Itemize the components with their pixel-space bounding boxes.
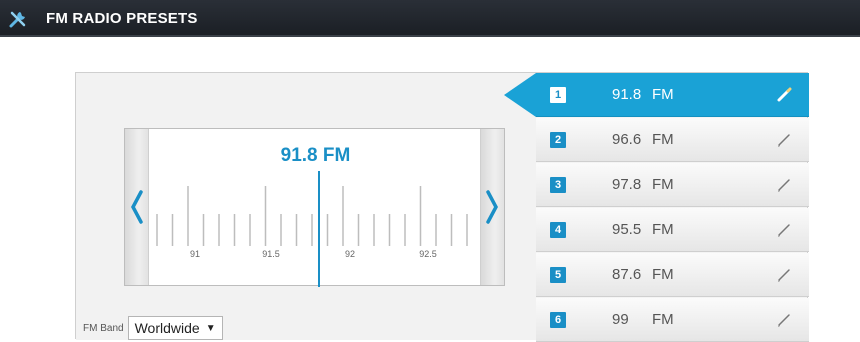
preset-unit: FM — [652, 176, 674, 193]
preset-frequency: 99 — [612, 311, 629, 328]
pencil-icon[interactable] — [776, 267, 792, 283]
pencil-icon[interactable] — [776, 312, 792, 328]
preset-row-2[interactable]: 2 96.6 FM — [536, 118, 809, 162]
preset-frequency: 87.6 — [612, 266, 642, 283]
fm-band-label: FM Band — [83, 322, 124, 334]
preset-unit: FM — [652, 86, 674, 103]
chevron-right-icon — [486, 190, 498, 224]
preset-number: 3 — [550, 177, 566, 193]
fm-band-control: FM Band Worldwide ▼ — [83, 316, 223, 340]
preset-row-3[interactable]: 3 97.8 FM — [536, 163, 809, 207]
preset-frequency: 97.8 — [612, 176, 642, 193]
active-pointer — [504, 73, 536, 117]
preset-row-1[interactable]: 1 91.8 FM — [504, 73, 809, 117]
preset-number: 5 — [550, 267, 566, 283]
preset-unit: FM — [652, 221, 674, 238]
preset-number: 2 — [550, 132, 566, 148]
preset-frequency: 96.6 — [612, 131, 642, 148]
tune-down-button[interactable] — [125, 187, 149, 227]
pencil-icon[interactable] — [776, 222, 792, 238]
fm-band-select[interactable]: Worldwide ▼ — [127, 316, 223, 340]
tools-icon — [9, 11, 26, 28]
preset-frequency: 91.8 — [612, 86, 642, 103]
preset-row-6[interactable]: 6 99 FM — [536, 298, 809, 342]
pencil-icon[interactable] — [776, 87, 792, 103]
fm-band-value: Worldwide — [134, 320, 200, 336]
preset-unit: FM — [652, 131, 674, 148]
preset-unit: FM — [652, 311, 674, 328]
pencil-icon[interactable] — [776, 177, 792, 193]
pencil-icon[interactable] — [776, 132, 792, 148]
preset-number: 1 — [550, 87, 566, 103]
caret-down-icon: ▼ — [205, 322, 216, 334]
tune-up-button[interactable] — [480, 187, 504, 227]
tick-label: 91 — [190, 249, 200, 259]
page-title: FM RADIO PRESETS — [46, 10, 198, 27]
tick-label: 92.5 — [419, 249, 437, 259]
preset-number: 4 — [550, 222, 566, 238]
preset-row-5[interactable]: 5 87.6 FM — [536, 253, 809, 297]
preset-unit: FM — [652, 266, 674, 283]
tick-label: 91.5 — [262, 249, 280, 259]
presets-panel: 91.8 FM 91 91.5 92 92.5 FM Band Worldwid… — [75, 72, 809, 342]
chevron-left-icon — [131, 190, 143, 224]
frequency-scale: 91 91.5 92 92.5 — [156, 186, 468, 259]
tuner-area: 91.8 FM 91 91.5 92 92.5 FM Band Worldwid… — [76, 73, 536, 340]
tuner-dial[interactable]: 91.8 FM 91 91.5 92 92.5 — [124, 128, 505, 287]
tick-label: 92 — [345, 249, 355, 259]
preset-row-4[interactable]: 4 95.5 FM — [536, 208, 809, 252]
preset-list: 1 91.8 FM 2 96.6 FM 3 97.8 FM 4 95.5 FM … — [504, 73, 809, 342]
title-bar: FM RADIO PRESETS — [0, 0, 860, 37]
preset-number: 6 — [550, 312, 566, 328]
preset-frequency: 95.5 — [612, 221, 642, 238]
tuning-needle — [318, 171, 320, 287]
